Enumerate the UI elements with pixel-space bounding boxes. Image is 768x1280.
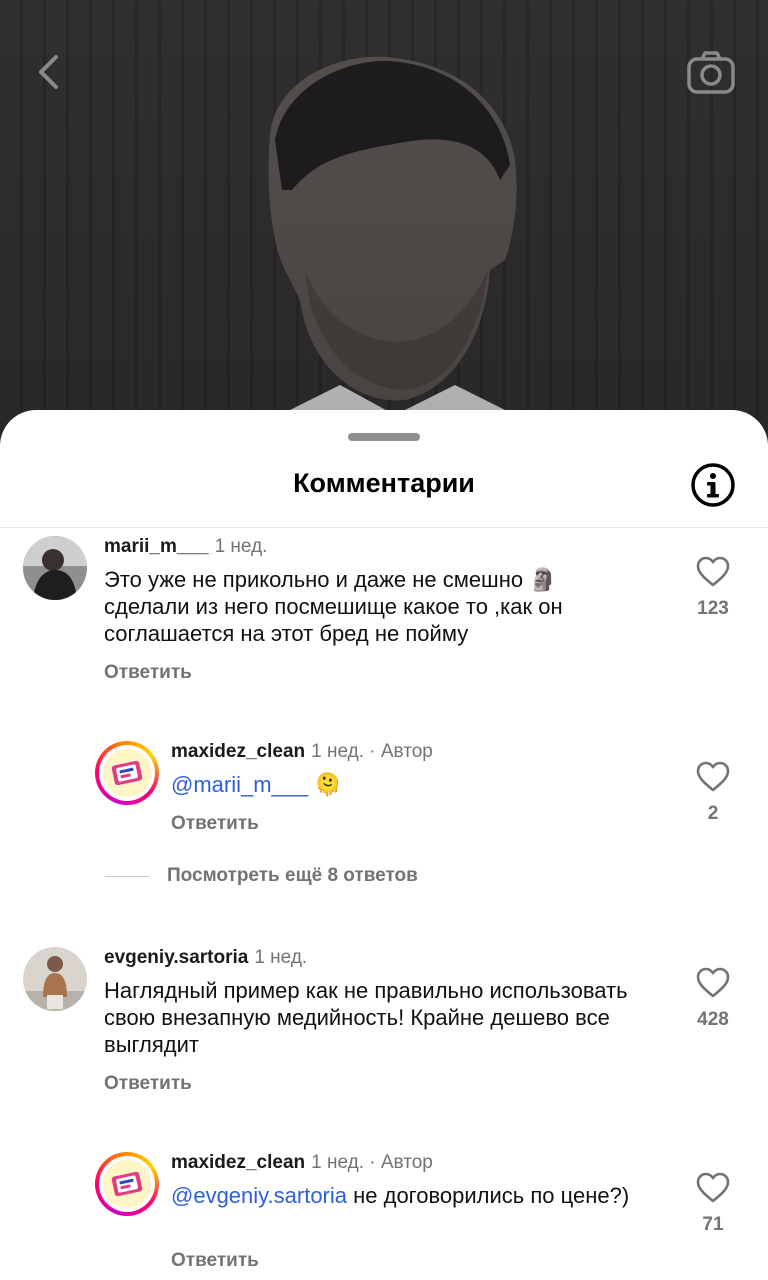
- brand-logo-icon: [111, 760, 143, 786]
- mention-link[interactable]: @evgeniy.sartoria: [171, 1183, 347, 1208]
- avatar[interactable]: [23, 536, 87, 600]
- author-badge: · Автор: [369, 1152, 433, 1173]
- comment-time: 1 нед.: [254, 947, 308, 968]
- brand-logo-icon: [111, 1171, 143, 1197]
- heart-icon[interactable]: [696, 1172, 730, 1204]
- comment-username[interactable]: maxidez_clean: [171, 741, 305, 762]
- heart-icon[interactable]: [696, 556, 730, 588]
- more-replies-label[interactable]: Посмотреть ещё 8 ответов: [167, 865, 418, 887]
- mention-link[interactable]: @marii_m___: [171, 772, 308, 797]
- info-icon: [691, 463, 735, 507]
- like-count: 428: [697, 1009, 729, 1030]
- like-count: 2: [707, 803, 719, 824]
- author-badge: · Автор: [369, 741, 433, 762]
- video-preview: [0, 0, 768, 440]
- comment-time: 1 нед.: [311, 1152, 364, 1173]
- heart-icon[interactable]: [696, 967, 730, 999]
- avatar[interactable]: [23, 947, 87, 1011]
- reply-button[interactable]: Ответить: [171, 1250, 259, 1272]
- comment-text: 🫠: [314, 772, 342, 797]
- comment-username[interactable]: marii_m___: [104, 536, 209, 557]
- comments-sheet: Комментарии marii_m___ 1 нед. Это уже не …: [0, 410, 768, 1280]
- heart-icon[interactable]: [696, 761, 730, 793]
- sheet-title: Комментарии: [293, 468, 475, 498]
- reply-button[interactable]: Ответить: [104, 662, 192, 684]
- reply-button[interactable]: Ответить: [171, 813, 259, 835]
- comment-text: Это уже не прикольно и даже не смешно 🗿 …: [104, 567, 563, 646]
- view-more-replies[interactable]: Посмотреть ещё 8 ответов: [105, 865, 418, 887]
- chevron-left-icon: [39, 55, 58, 89]
- more-replies-line: [105, 875, 149, 877]
- reply-button[interactable]: Ответить: [104, 1073, 192, 1095]
- sheet-grabber[interactable]: [348, 433, 420, 441]
- comment-username[interactable]: evgeniy.sartoria: [104, 947, 248, 968]
- camera-icon: [687, 51, 735, 94]
- comment-time: 1 нед.: [311, 741, 364, 762]
- comment-username[interactable]: maxidez_clean: [171, 1152, 305, 1173]
- comment-time: 1 нед.: [214, 536, 268, 557]
- comment-text: Наглядный пример как не правильно исполь…: [104, 978, 628, 1057]
- avatar[interactable]: [95, 741, 159, 805]
- avatar[interactable]: [95, 1152, 159, 1216]
- info-button[interactable]: [688, 460, 738, 510]
- comment-text: не договорились по цене?): [347, 1183, 630, 1208]
- like-count: 71: [702, 1214, 724, 1235]
- like-count: 123: [697, 598, 729, 619]
- back-button[interactable]: [26, 50, 70, 94]
- header-divider: [0, 527, 768, 528]
- camera-button[interactable]: [684, 46, 738, 100]
